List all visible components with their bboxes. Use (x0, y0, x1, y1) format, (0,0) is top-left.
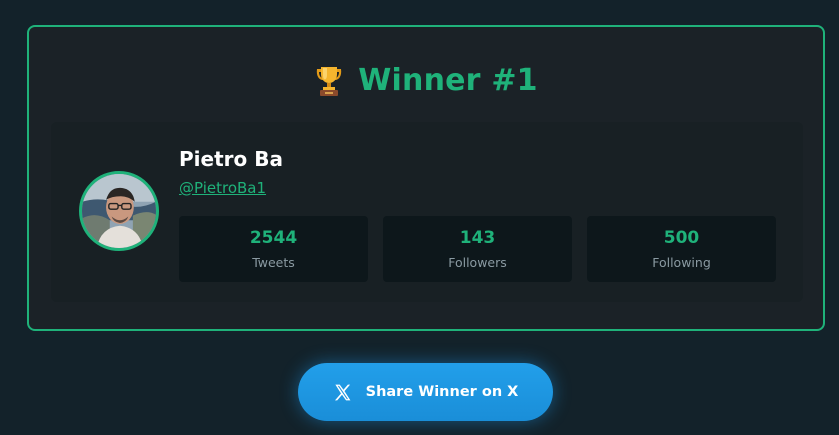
stat-followers: 143 Followers (383, 216, 572, 282)
stat-value: 2544 (249, 228, 298, 248)
stat-value: 143 (459, 228, 496, 248)
stat-value: 500 (663, 228, 700, 248)
stat-tweets: 2544 Tweets (179, 216, 368, 282)
stat-label: Tweets (252, 255, 295, 270)
share-button-label: Share Winner on X (365, 384, 519, 400)
stats-row: 2544 Tweets 143 Followers 500 Following (179, 216, 776, 282)
avatar[interactable] (79, 171, 159, 251)
x-logo-icon (334, 384, 351, 400)
avatar-photo (82, 174, 156, 248)
stat-label: Following (652, 255, 711, 270)
trophy-icon (317, 66, 342, 96)
winner-name: Pietro Ba (179, 147, 283, 171)
winner-title: Winner #1 (358, 63, 538, 98)
winner-header: Winner #1 (29, 63, 823, 98)
share-winner-button[interactable]: Share Winner on X (298, 363, 553, 421)
stat-label: Followers (448, 255, 507, 270)
stat-following: 500 Following (587, 216, 776, 282)
winner-handle-link[interactable]: @PietroBa1 (179, 179, 266, 197)
profile-panel: Pietro Ba @PietroBa1 2544 Tweets 143 Fol… (51, 122, 803, 302)
winner-card: Winner #1 Pietro Ba @PietroBa1 2544 Twee… (27, 25, 825, 331)
